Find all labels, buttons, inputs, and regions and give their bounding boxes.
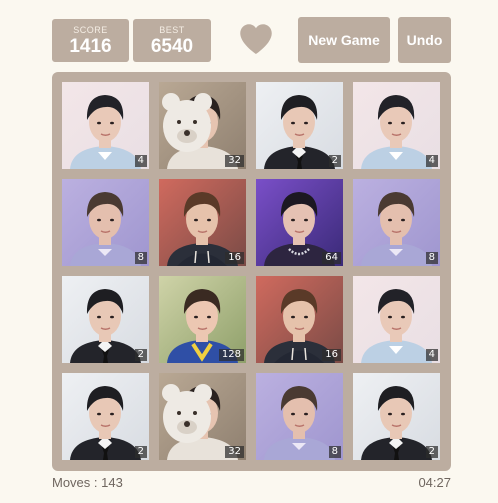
tile-portrait-lilac-background[interactable]: 8 [353,179,440,266]
tile-value: 64 [322,252,341,264]
tile-value: 2 [328,155,341,167]
tile-portrait-dark-hoodie[interactable]: 16 [256,276,343,363]
heart-icon[interactable] [238,22,274,56]
undo-button[interactable]: Undo [398,17,451,63]
tile-value: 2 [134,446,147,458]
tile-value: 8 [328,446,341,458]
tile-portrait-with-white-teddy-bear[interactable]: 32 [159,373,246,460]
tile-value: 4 [134,155,147,167]
tile-value: 4 [425,349,438,361]
tile-value: 2 [425,446,438,458]
tile-value: 32 [225,446,244,458]
moves-counter: Moves : 143 [52,475,123,490]
tile-portrait-suit-and-tie[interactable]: 2 [62,276,149,363]
score-box: SCORE 1416 [52,19,129,62]
tile-portrait-light-blue-background[interactable]: 4 [353,82,440,169]
tile-portrait-light-blue-background[interactable]: 4 [353,276,440,363]
tile-portrait-suit-and-tie[interactable]: 2 [353,373,440,460]
tile-value: 128 [218,349,244,361]
tile-value: 16 [225,252,244,264]
tile-value: 16 [322,349,341,361]
tile-value: 32 [225,155,244,167]
score-label: SCORE [73,25,108,35]
best-score-box: BEST 6540 [133,19,211,62]
tile-value: 4 [425,155,438,167]
best-label: BEST [159,25,185,35]
tile-portrait-with-white-teddy-bear[interactable]: 32 [159,82,246,169]
tile-portrait-purple-chain-necklace[interactable]: 64 [256,179,343,266]
tile-value: 8 [425,252,438,264]
game-timer: 04:27 [418,475,451,490]
tile-portrait-suit-and-tie[interactable]: 2 [256,82,343,169]
tile-portrait-suit-and-tie[interactable]: 2 [62,373,149,460]
tile-portrait-lilac-background[interactable]: 8 [256,373,343,460]
new-game-button[interactable]: New Game [298,17,390,63]
tile-portrait-dark-hoodie[interactable]: 16 [159,179,246,266]
tile-value: 8 [134,252,147,264]
game-board: 4 32 2 4 8 16 64 8 2 128 16 4 2 32 8 2 [52,72,451,471]
tile-portrait-light-blue-background[interactable]: 4 [62,82,149,169]
tile-value: 2 [134,349,147,361]
best-value: 6540 [150,36,194,57]
tile-portrait-lilac-background[interactable]: 8 [62,179,149,266]
score-value: 1416 [69,36,112,57]
tile-portrait-winking-blue-jacket[interactable]: 128 [159,276,246,363]
